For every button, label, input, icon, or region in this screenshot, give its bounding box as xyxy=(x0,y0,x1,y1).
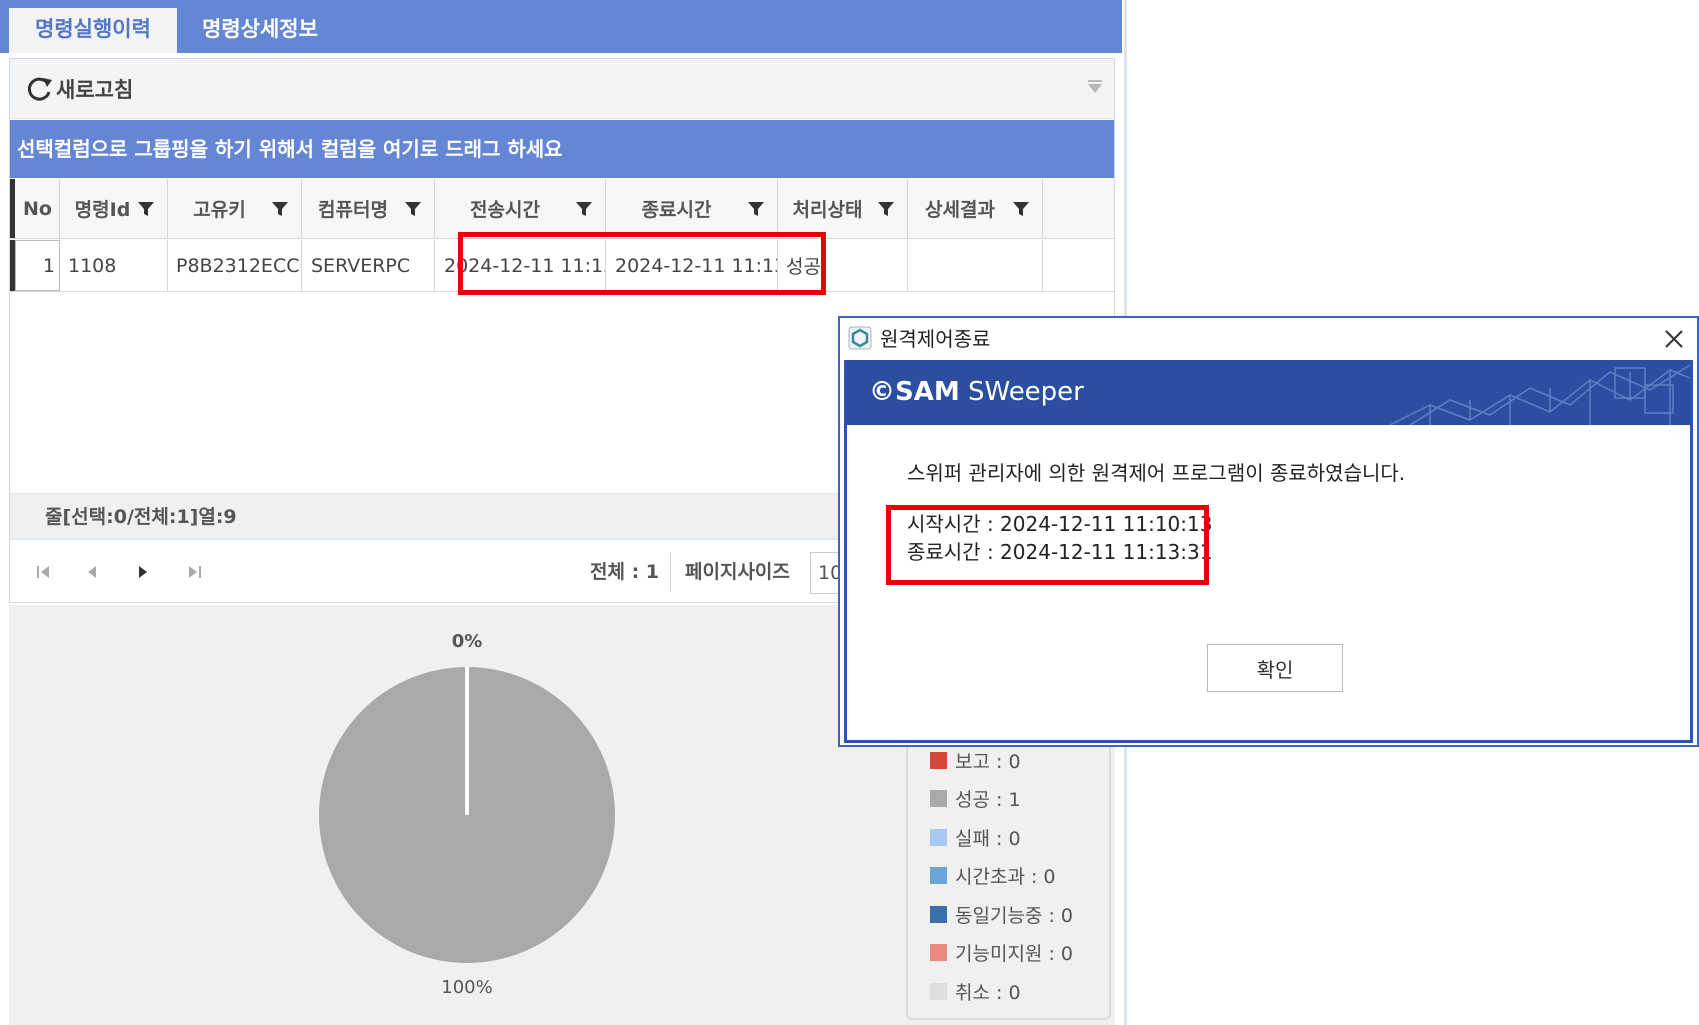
legend-label: 실패 : 0 xyxy=(955,827,1021,850)
tab-command-detail[interactable]: 명령상세정보 xyxy=(184,8,336,53)
tab-command-history[interactable]: 명령실행이력 xyxy=(9,8,177,53)
cell-no[interactable]: 1 xyxy=(15,240,60,291)
legend-item: 시간초과 : 0 xyxy=(930,864,1056,888)
cell-status[interactable]: 성공 xyxy=(778,240,908,291)
col-header-end-time[interactable]: 종료시간 xyxy=(606,179,778,238)
cell-computer-name[interactable]: SERVERPC xyxy=(302,240,435,291)
legend-item: 취소 : 0 xyxy=(930,979,1021,1004)
filter-icon[interactable] xyxy=(575,200,593,218)
brand-banner: ©SAM SWeeper xyxy=(847,360,1690,425)
legend-label: 기능미지원 : 0 xyxy=(955,943,1073,965)
cell-detail[interactable] xyxy=(908,240,1043,291)
pager-total: 전체 : 1 xyxy=(590,561,660,583)
filter-icon[interactable] xyxy=(271,200,289,218)
session-times: 시작시간 : 2024-12-11 11:10:13 종료시간 : 2024-1… xyxy=(907,510,1212,566)
close-icon[interactable] xyxy=(1657,322,1691,356)
chevron-down-icon[interactable] xyxy=(1084,77,1106,99)
legend-label: 취소 : 0 xyxy=(955,981,1021,1004)
col-header-command-id[interactable]: 명령Id xyxy=(60,179,168,238)
first-page-icon[interactable] xyxy=(33,562,53,582)
legend-item: 기능미지원 : 0 xyxy=(930,941,1073,965)
grid-header: No 명령Id 고유키 컴퓨터명 전송시간 종료시간 처리상태 상세결과 xyxy=(10,179,1114,239)
legend-swatch xyxy=(930,790,947,807)
banner-pattern-decoration xyxy=(1390,364,1690,425)
legend-label: 동일기능중 : 0 xyxy=(955,904,1073,927)
filter-icon[interactable] xyxy=(877,200,895,218)
legend-label: 보고 : 0 xyxy=(955,750,1021,773)
col-header-computer-name[interactable]: 컴퓨터명 xyxy=(302,179,435,238)
legend-swatch xyxy=(930,751,947,769)
next-page-icon[interactable] xyxy=(133,562,153,582)
refresh-icon xyxy=(27,77,52,101)
legend-swatch xyxy=(930,944,947,961)
legend-item: 실패 : 0 xyxy=(930,825,1021,850)
dialog-title: 원격제어종료 xyxy=(880,327,991,351)
cell-end-time[interactable]: 2024-12-11 11:13:30 xyxy=(606,240,778,291)
legend-item: 보고 : 0 xyxy=(930,748,1021,773)
toolbar: 새로고침 xyxy=(10,59,1114,119)
previous-page-icon[interactable] xyxy=(82,562,102,582)
pie-label-bottom: 100% xyxy=(441,977,492,998)
cell-unique-key[interactable]: P8B2312ECC68 xyxy=(168,240,302,291)
legend-swatch xyxy=(930,867,947,884)
table-row[interactable]: 1 1108 P8B2312ECC68 SERVERPC 2024-12-11 … xyxy=(10,240,1114,292)
legend-swatch xyxy=(930,982,947,1000)
filter-icon[interactable] xyxy=(747,200,765,218)
ok-button[interactable]: 확인 xyxy=(1207,644,1343,692)
legend-label: 시간초과 : 0 xyxy=(955,866,1056,888)
filter-icon[interactable] xyxy=(1012,200,1030,218)
legend-swatch xyxy=(930,905,947,923)
filter-icon[interactable] xyxy=(137,200,155,218)
remote-control-ended-dialog: 원격제어종료 ©SAM SWeeper 스위퍼 관리자에 의한 원격제어 프로그… xyxy=(838,316,1699,747)
last-page-icon[interactable] xyxy=(185,562,205,582)
dialog-message: 스위퍼 관리자에 의한 원격제어 프로그램이 종료하였습니다. xyxy=(907,461,1406,485)
col-header-detail[interactable]: 상세결과 xyxy=(908,179,1043,238)
refresh-label: 새로고침 xyxy=(56,78,134,102)
status-pie-chart: 0% 100% xyxy=(319,631,615,998)
brand-logo: ©SAM SWeeper xyxy=(869,360,1084,425)
pager-divider xyxy=(670,552,671,592)
col-header-status[interactable]: 처리상태 xyxy=(778,179,908,238)
pie-label-top: 0% xyxy=(452,631,483,652)
chart-legend: 보고 : 0 성공 : 1 실패 : 0 시간초과 : 0 동일기능중 : 0 기능미지원… xyxy=(906,725,1111,1020)
dialog-titlebar: 원격제어종료 xyxy=(840,318,1697,360)
tab-bar: 명령실행이력 명령상세정보 xyxy=(0,0,1122,53)
app-icon xyxy=(848,326,872,350)
col-header-sent-time[interactable]: 전송시간 xyxy=(435,179,606,238)
legend-label: 성공 : 1 xyxy=(955,789,1021,811)
group-drop-area[interactable]: 선택컬럼으로 그룹핑을 하기 위해서 컬럼을 여기로 드래그 하세요 xyxy=(10,120,1114,178)
legend-swatch xyxy=(930,828,947,846)
cell-command-id[interactable]: 1108 xyxy=(60,240,168,291)
brand-rest: SWeeper xyxy=(959,377,1084,407)
cell-sent-time[interactable]: 2024-12-11 11:13:30 xyxy=(435,240,606,291)
refresh-button[interactable]: 새로고침 xyxy=(26,73,133,105)
legend-item: 동일기능중 : 0 xyxy=(930,902,1073,927)
start-time: 시작시간 : 2024-12-11 11:10:13 xyxy=(907,512,1213,536)
dialog-body: ©SAM SWeeper 스위퍼 관리자에 의한 원격제어 프로그램이 종료하였… xyxy=(844,360,1693,743)
brand-bold: ©SAM xyxy=(869,377,960,407)
end-time: 종료시간 : 2024-12-11 11:13:31 xyxy=(907,540,1213,564)
page-size-label: 페이지사이즈 xyxy=(685,561,790,583)
col-header-unique-key[interactable]: 고유키 xyxy=(168,179,302,238)
col-header-no[interactable]: No xyxy=(10,179,60,238)
filter-icon[interactable] xyxy=(404,200,422,218)
legend-item: 성공 : 1 xyxy=(930,787,1021,811)
